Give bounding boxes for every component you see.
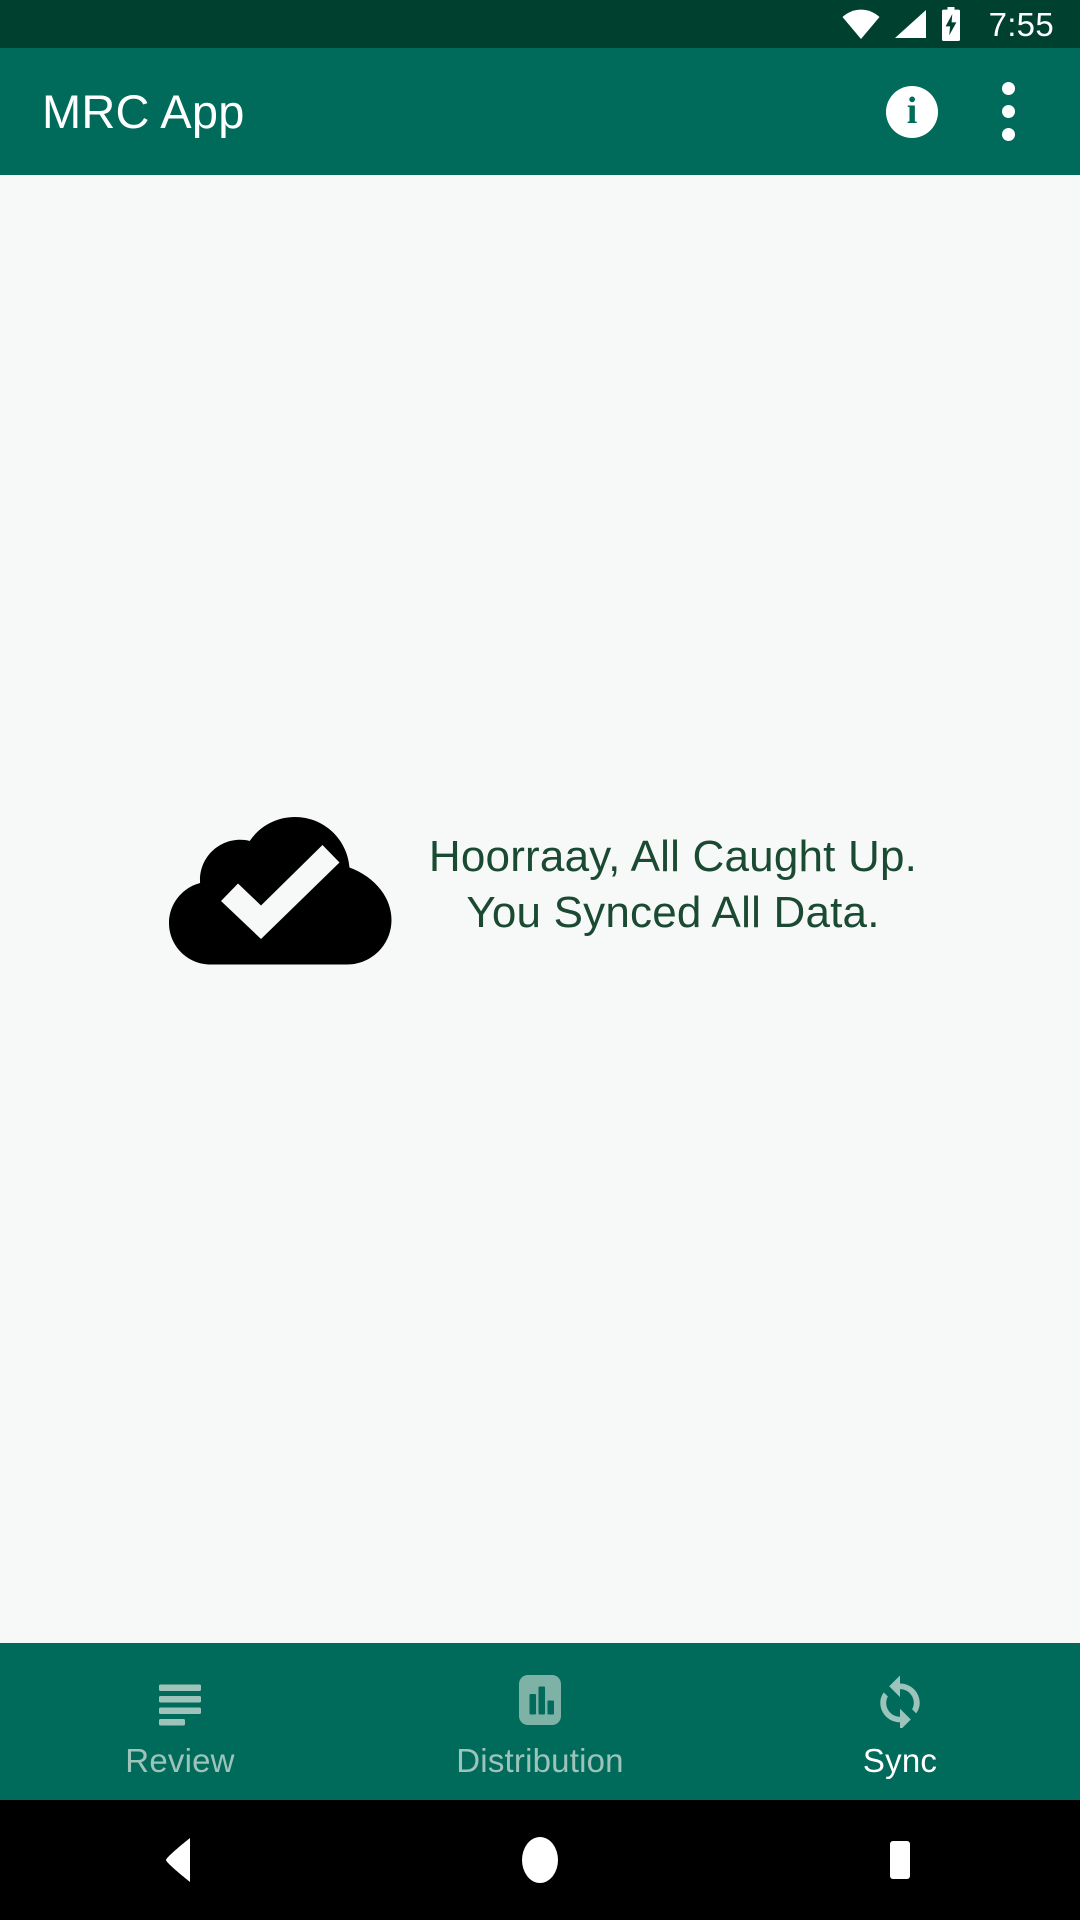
nav-tab-distribution[interactable]: Distribution [360, 1643, 720, 1800]
home-button[interactable] [360, 1834, 720, 1886]
cloud-done-icon [168, 817, 392, 965]
overflow-menu-button[interactable] [960, 64, 1056, 160]
android-system-navigation-bar [0, 1800, 1080, 1920]
page-title: MRC App [42, 85, 245, 138]
main-content: Hoorraay, All Caught Up. You Synced All … [0, 175, 1080, 1643]
wifi-icon [842, 9, 880, 39]
sync-icon [880, 1675, 920, 1728]
home-circle-icon [522, 1837, 558, 1883]
status-bar-clock: 7:55 [988, 5, 1054, 43]
sync-status-block: Hoorraay, All Caught Up. You Synced All … [0, 795, 1080, 975]
nav-tab-distribution-label: Distribution [456, 1742, 624, 1779]
phone-screen: 7:55 MRC App i Hoorraay, All Caught Up. … [0, 0, 1080, 1920]
insert-chart-icon [519, 1675, 561, 1725]
recents-button[interactable] [720, 1836, 1080, 1884]
info-icon-glyph: i [906, 89, 918, 132]
back-triangle-icon [166, 1838, 190, 1882]
sync-status-message-line-1: Hoorraay, All Caught Up. [428, 832, 918, 882]
info-icon: i [886, 85, 938, 138]
app-bar: MRC App i [0, 48, 1080, 175]
sync-status-message-line-2: You Synced All Data. [466, 887, 880, 937]
battery-charging-icon [941, 7, 960, 41]
nav-tab-review-label: Review [125, 1742, 235, 1779]
status-bar-icons: 7:55 [842, 7, 1054, 41]
list-lines-icon [159, 1684, 201, 1726]
nav-tab-sync-label: Sync [862, 1742, 938, 1779]
status-bar: 7:55 [0, 0, 1080, 48]
nav-tab-review[interactable]: Review [0, 1643, 360, 1800]
nav-tab-sync[interactable]: Sync [720, 1643, 1080, 1800]
recents-square-icon [890, 1841, 910, 1879]
cellular-signal-icon [894, 10, 926, 38]
more-vert-icon [1001, 82, 1015, 141]
back-button[interactable] [0, 1836, 360, 1884]
info-button[interactable]: i [864, 64, 960, 160]
sync-status-message: Hoorraay, All Caught Up. You Synced All … [428, 832, 918, 937]
bottom-navigation-bar: Review Distribution Sync [0, 1643, 1080, 1800]
